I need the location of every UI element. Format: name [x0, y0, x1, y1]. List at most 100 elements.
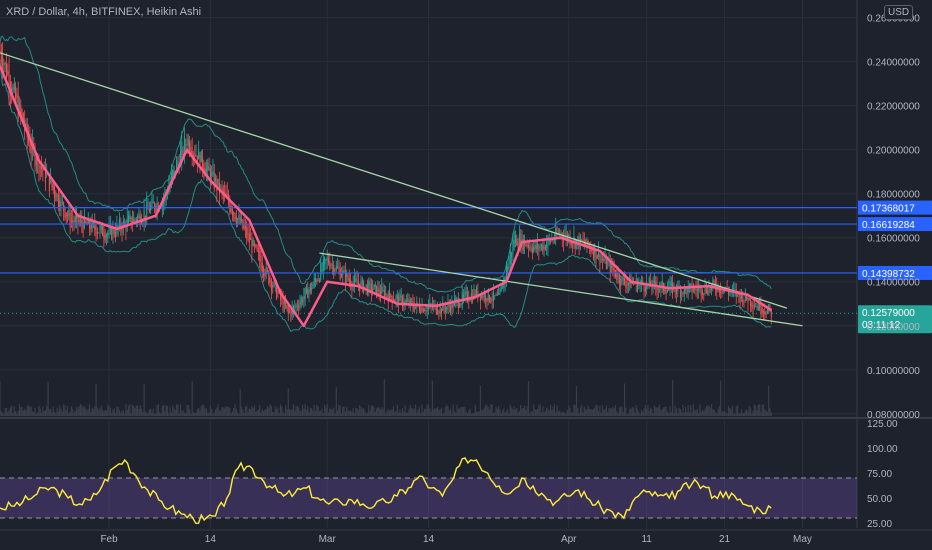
candle-body: [15, 86, 17, 99]
volume-bar: [633, 407, 635, 416]
volume-bar: [499, 409, 501, 416]
volume-bar: [301, 404, 304, 416]
candle-body: [303, 296, 305, 302]
volume-bar: [279, 404, 282, 416]
volume-bar: [37, 412, 39, 416]
candle-body: [407, 299, 409, 302]
candle-body: [90, 224, 92, 232]
volume-bar: [326, 404, 328, 416]
volume-bar: [599, 405, 601, 416]
volume-bar: [559, 410, 561, 416]
candle-body: [74, 216, 76, 223]
candle-body: [426, 306, 428, 312]
volume-bar: [657, 407, 659, 416]
volume-bar: [104, 410, 106, 416]
candle-body: [277, 291, 279, 295]
volume-bar: [749, 407, 752, 416]
volume-bar: [675, 408, 678, 416]
candle-body: [67, 214, 69, 217]
volume-bar: [592, 409, 595, 416]
currency-button[interactable]: USD: [884, 5, 914, 20]
volume-bar: [60, 408, 62, 416]
candle-body: [64, 206, 66, 219]
candle-body: [334, 269, 336, 272]
volume-bar: [194, 412, 196, 416]
candle-body: [372, 288, 374, 291]
volume-bar: [64, 405, 66, 416]
volume-bar: [213, 412, 215, 416]
volume-bar: [744, 410, 746, 416]
candle-body: [3, 63, 5, 66]
volume-bar: [143, 383, 145, 416]
volume-bar: [317, 406, 319, 416]
volume-bar: [3, 413, 5, 416]
rsi-axis-label: 100.00: [867, 444, 898, 455]
candle-body: [300, 297, 302, 305]
volume-bar: [309, 407, 311, 416]
volume-bar: [265, 408, 267, 416]
volume-bar: [108, 406, 110, 416]
volume-bar: [636, 409, 639, 416]
volume-bar: [765, 410, 767, 416]
candle-body: [18, 103, 20, 107]
volume-bar: [131, 404, 134, 416]
volume-bar: [77, 408, 79, 416]
volume-bar: [192, 412, 195, 416]
candle-body: [518, 233, 520, 246]
volume-bar: [314, 411, 317, 416]
candle-body: [365, 284, 367, 287]
candle-body: [374, 283, 376, 288]
volume-bar: [635, 405, 637, 416]
candle-body: [0, 50, 2, 62]
chart-canvas[interactable]: 0.173680170.166192840.143987320.12579000…: [0, 0, 932, 550]
time-axis-label: Apr: [561, 534, 577, 545]
candle-body: [396, 294, 398, 299]
volume-bar: [436, 407, 439, 416]
candle-body: [499, 289, 501, 294]
volume-bar: [362, 407, 365, 416]
volume-bar: [469, 408, 471, 416]
volume-bar: [26, 406, 28, 416]
candle-body: [446, 307, 448, 310]
volume-bar: [512, 409, 514, 416]
volume-bar: [427, 404, 430, 416]
volume-bar: [626, 413, 628, 416]
candle-body: [54, 186, 56, 198]
candle-body: [296, 305, 298, 307]
volume-bar: [87, 408, 89, 416]
volume-bar: [769, 407, 771, 416]
volume-bar: [159, 412, 161, 416]
volume-bar: [38, 406, 40, 416]
candle-body: [198, 149, 200, 160]
candle-body: [230, 205, 232, 213]
candle-body: [195, 155, 197, 157]
volume-bar: [353, 412, 356, 416]
candle-body: [707, 290, 709, 295]
volume-bar: [235, 408, 237, 416]
volume-bar: [125, 404, 127, 416]
candle-body: [207, 162, 209, 171]
volume-bar: [308, 412, 310, 416]
candle-body: [747, 297, 749, 304]
volume-bar: [66, 405, 69, 416]
volume-bar: [607, 412, 609, 416]
candle-body: [659, 288, 661, 290]
volume-bar: [501, 410, 504, 416]
candle-body: [129, 214, 131, 220]
volume-bar: [673, 412, 675, 416]
volume-bar: [285, 405, 287, 416]
volume-bar: [617, 413, 619, 416]
volume-bar: [205, 408, 208, 416]
volume-bar: [170, 412, 172, 416]
volume-bar: [261, 409, 263, 416]
volume-bar: [335, 387, 337, 416]
volume-bar: [759, 404, 761, 416]
candle-body: [348, 277, 350, 282]
candle-body: [405, 300, 407, 303]
candle-body: [495, 294, 497, 296]
volume-bar: [13, 406, 15, 416]
volume-bar: [407, 412, 409, 416]
rsi-axis-label: 75.00: [867, 469, 892, 480]
candle-body: [498, 292, 500, 295]
volume-bar: [316, 404, 318, 416]
